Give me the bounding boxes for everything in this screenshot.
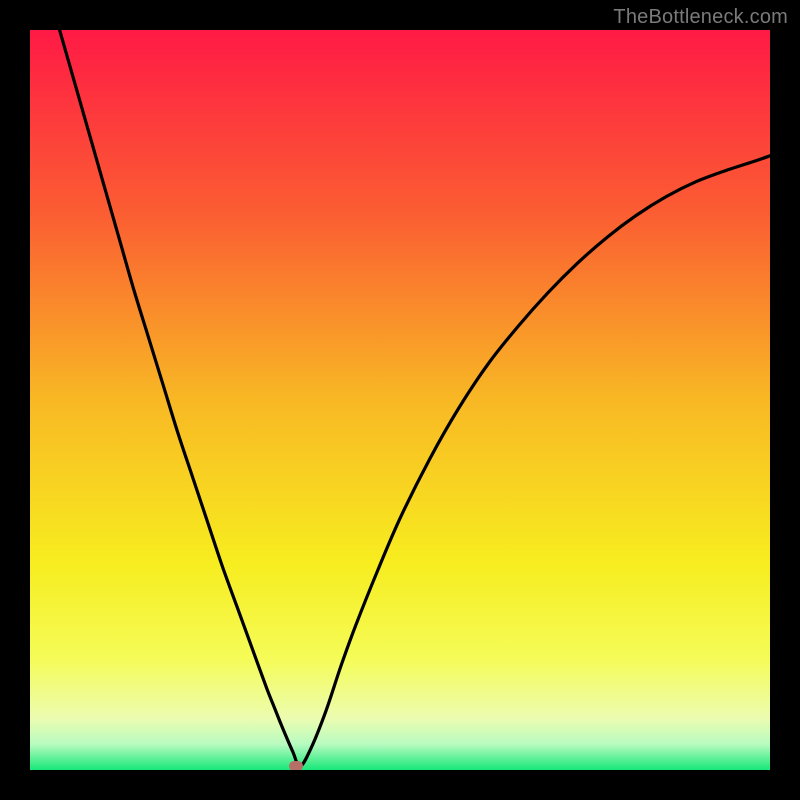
plot-area — [30, 30, 770, 770]
minimum-marker — [289, 761, 303, 770]
watermark-text: TheBottleneck.com — [613, 6, 788, 29]
chart-frame: TheBottleneck.com — [0, 0, 800, 800]
bottleneck-curve — [30, 30, 770, 770]
